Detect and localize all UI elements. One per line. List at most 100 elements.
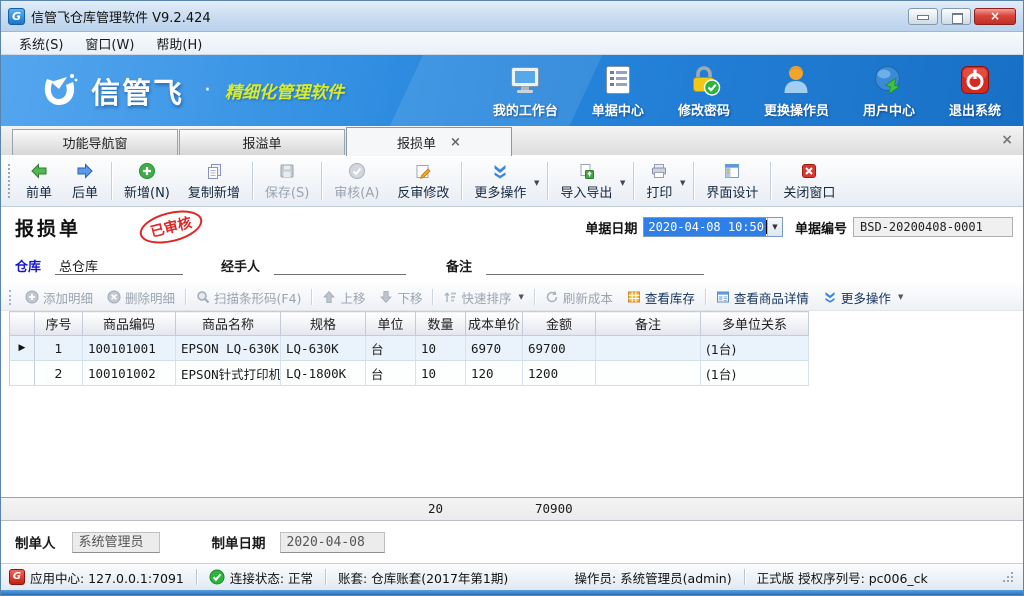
ui-design-button[interactable]: 界面设计 — [697, 158, 767, 204]
menu-item-window[interactable]: 窗口(W) — [75, 32, 144, 55]
menu-item-help[interactable]: 帮助(H) — [146, 32, 212, 55]
title-bar: G 信管飞仓库管理软件 V9.2.424 × — [1, 1, 1023, 32]
add-circle-icon — [25, 290, 39, 304]
arrow-right-icon — [76, 162, 94, 180]
workstation-icon — [508, 63, 542, 97]
refresh-cost-button[interactable]: 刷新成本 — [538, 285, 620, 310]
add-detail-button[interactable]: 添加明细 — [18, 285, 100, 310]
status-app-center: G 应用中心: 127.0.0.1:7091 — [9, 568, 184, 587]
date-dropdown-button[interactable]: ▼ — [767, 218, 782, 236]
doc-center-icon — [601, 63, 635, 97]
quick-sort-button[interactable]: 快速排序 ▼ — [436, 285, 530, 310]
reverse-audit-button[interactable]: 反审修改 — [388, 158, 458, 204]
close-button[interactable]: × — [974, 8, 1016, 25]
menu-bar: 系统(S) 窗口(W) 帮助(H) — [1, 32, 1023, 55]
tab-overflow-doc[interactable]: 报溢单 — [179, 129, 345, 155]
add-icon — [138, 162, 156, 180]
view-stock-button[interactable]: 查看库存 — [620, 285, 702, 310]
action-switch-operator[interactable]: 更换操作员 — [764, 63, 829, 119]
column-header: 序号 — [35, 312, 83, 336]
doc-date-label: 单据日期 — [585, 218, 637, 237]
app-logo-icon: G — [8, 8, 25, 25]
down-arrow-icon — [379, 290, 393, 304]
grid-header-row: 序号 商品编码 商品名称 规格 单位 数量 成本单价 金额 备注 多单位关系 — [10, 312, 809, 336]
created-date-label: 制单日期 — [212, 532, 266, 552]
doc-date-field[interactable]: 2020-04-08 10:50 ▼ — [643, 217, 783, 237]
tab-function-nav[interactable]: 功能导航窗 — [12, 129, 178, 155]
magnifier-icon — [196, 290, 210, 304]
up-arrow-icon — [322, 290, 336, 304]
tab-close-icon[interactable]: × — [450, 135, 461, 150]
doc-no-label: 单据编号 — [795, 218, 847, 237]
audit-stamp: 已审核 — [136, 207, 205, 249]
footer-fields: 制单人 系统管理员 制单日期 2020-04-08 — [1, 521, 1023, 563]
tab-strip: 功能导航窗 报溢单 报损单 × × — [1, 126, 1023, 155]
import-export-button[interactable]: 导入导出 ▼ — [551, 158, 630, 204]
brand-slogan: 精细化管理软件 — [225, 78, 344, 103]
row-marker-icon: ▶ — [10, 336, 35, 361]
remark-field[interactable] — [486, 256, 704, 275]
warehouse-field[interactable]: 总仓库 — [55, 256, 183, 275]
new-button[interactable]: 新增(N) — [115, 158, 179, 204]
menu-item-system[interactable]: 系统(S) — [9, 32, 73, 55]
printer-icon — [650, 162, 668, 180]
stock-grid-icon — [627, 290, 641, 304]
status-operator: 操作员: 系统管理员(admin) — [574, 568, 731, 587]
banner-actions: 我的工作台 单据中心 修改密码 — [493, 63, 1005, 119]
connection-ok-icon — [209, 569, 225, 585]
tab-loss-doc[interactable]: 报损单 × — [346, 127, 512, 156]
doc-no-field: BSD-20200408-0001 — [853, 217, 1013, 237]
app-center-logo-icon: G — [9, 569, 25, 585]
brand-logo-icon — [37, 69, 81, 113]
handler-field[interactable] — [274, 256, 406, 275]
status-account-set: 账套: 仓库账套(2017年第1期) — [338, 568, 508, 587]
prev-doc-button[interactable]: 前单 — [16, 158, 62, 204]
next-doc-button[interactable]: 后单 — [62, 158, 108, 204]
column-header: 单位 — [366, 312, 416, 336]
copy-new-button[interactable]: 复制新增 — [179, 158, 249, 204]
dropdown-caret-icon: ▼ — [680, 179, 685, 187]
delete-detail-button[interactable]: 删除明细 — [100, 285, 182, 310]
refresh-icon — [545, 290, 559, 304]
more-operations-button[interactable]: 更多操作 ▼ — [465, 158, 544, 204]
close-window-button[interactable]: 关闭窗口 — [774, 158, 844, 204]
maximize-button[interactable] — [941, 8, 971, 25]
action-doc-center[interactable]: 单据中心 — [592, 63, 644, 119]
detail-toolbar: 添加明细 删除明细 扫描条形码(F4) — [1, 284, 1023, 311]
action-user-center[interactable]: 用户中心 — [863, 63, 915, 119]
detail-more-operations-button[interactable]: 更多操作 ▼ — [816, 285, 910, 310]
audit-button[interactable]: 审核(A) — [325, 158, 388, 204]
move-up-button[interactable]: 上移 — [315, 285, 372, 310]
user-center-globe-icon — [872, 63, 906, 97]
table-row[interactable]: 2 100101002 EPSON针式打印机 LQ-1800K 台 10 120… — [10, 361, 809, 386]
form-fields-row: 仓库 总仓库 经手人 备注 — [1, 247, 1023, 284]
action-change-password[interactable]: 修改密码 — [678, 63, 730, 119]
brand-name: 信管飞 — [91, 70, 184, 112]
scan-barcode-button[interactable]: 扫描条形码(F4) — [189, 285, 308, 310]
detail-panel-icon — [716, 290, 730, 304]
form-header: 报损单 已审核 单据日期 2020-04-08 10:50 ▼ 单据编号 BSD… — [1, 207, 1023, 247]
arrow-left-icon — [30, 162, 48, 180]
tabstrip-close-icon[interactable]: × — [1001, 132, 1013, 148]
resize-grip[interactable] — [1002, 571, 1015, 584]
column-header: 规格 — [281, 312, 366, 336]
print-button[interactable]: 打印 ▼ — [637, 158, 690, 204]
move-down-button[interactable]: 下移 — [372, 285, 429, 310]
status-connection: 连接状态: 正常 — [209, 568, 313, 587]
column-header: 商品名称 — [176, 312, 281, 336]
document-panel: 报损单 已审核 单据日期 2020-04-08 10:50 ▼ 单据编号 BSD… — [1, 207, 1023, 563]
creator-field: 系统管理员 — [72, 532, 160, 553]
password-lock-icon — [687, 63, 721, 97]
view-product-detail-button[interactable]: 查看商品详情 — [709, 285, 816, 310]
summary-amount: 70900 — [535, 501, 573, 516]
action-my-workstation[interactable]: 我的工作台 — [493, 63, 558, 119]
save-icon — [278, 162, 296, 180]
column-header: 多单位关系 — [701, 312, 809, 336]
table-row[interactable]: ▶ 1 100101001 EPSON LQ-630K LQ-630K 台 10… — [10, 336, 809, 361]
minimize-button[interactable] — [908, 8, 938, 25]
created-date-field: 2020-04-08 — [280, 532, 385, 553]
dropdown-caret-icon: ▼ — [620, 179, 625, 187]
save-button[interactable]: 保存(S) — [256, 158, 318, 204]
copy-icon — [205, 162, 223, 180]
action-exit-system[interactable]: 退出系统 — [949, 63, 1001, 119]
